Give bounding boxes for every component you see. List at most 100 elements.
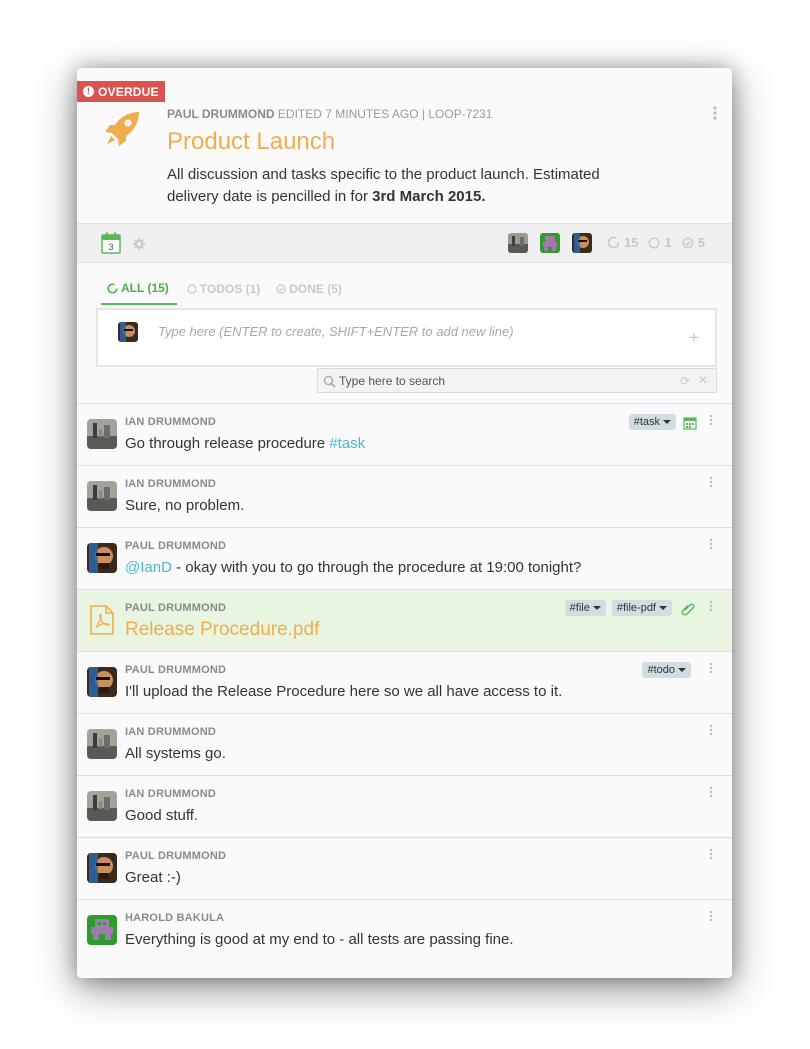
caret-down-icon xyxy=(659,606,667,610)
search-input[interactable]: Type here to search xyxy=(339,374,445,388)
paperclip-icon[interactable] xyxy=(681,602,695,616)
caret-down-icon xyxy=(663,420,671,424)
check-circle-icon xyxy=(276,284,286,294)
loop-card: ! OVERDUE PAUL DRUMMOND EDITED 7 MINUTES… xyxy=(77,68,732,978)
mention-link[interactable]: @IanD xyxy=(125,559,172,576)
avatar[interactable] xyxy=(87,419,117,449)
avatar[interactable] xyxy=(508,233,528,253)
avatar[interactable] xyxy=(87,543,117,573)
list-item[interactable]: PAUL DRUMMOND I'll upload the Release Pr… xyxy=(77,651,732,713)
calendar-day: 3 xyxy=(108,242,113,252)
list-item[interactable]: IAN DRUMMOND Good stuff. xyxy=(77,775,732,837)
more-options-icon[interactable] xyxy=(708,476,714,490)
overdue-badge: ! OVERDUE xyxy=(77,81,165,102)
rocket-icon xyxy=(105,112,139,146)
avatar[interactable] xyxy=(572,233,592,253)
message-text: Everything is good at my end to - all te… xyxy=(125,931,514,948)
message-text: I'll upload the Release Procedure here s… xyxy=(125,683,563,700)
participants xyxy=(508,233,592,253)
loading-circle-icon xyxy=(107,282,118,294)
filter-tabs: ALL (15) TODOS (1) DONE (5) xyxy=(101,278,352,305)
tab-todos-label: TODOS (1) xyxy=(199,282,261,296)
composer-input[interactable]: Type here (ENTER to create, SHIFT+ENTER … xyxy=(158,324,514,339)
message-author[interactable]: IAN DRUMMOND xyxy=(125,788,216,800)
message-author[interactable]: IAN DRUMMOND xyxy=(125,726,216,738)
calendar-icon[interactable]: 3 xyxy=(101,232,121,254)
loop-description: All discussion and tasks specific to the… xyxy=(167,164,647,208)
avatar[interactable] xyxy=(87,667,117,697)
refresh-icon[interactable]: ⟳ xyxy=(680,374,690,388)
file-link[interactable]: Release Procedure.pdf xyxy=(125,619,319,641)
hashtag-link[interactable]: #task xyxy=(329,435,365,452)
plus-icon[interactable]: + xyxy=(689,328,699,348)
message-author[interactable]: HAROLD BAKULA xyxy=(125,912,224,924)
message-text: Great :-) xyxy=(125,869,181,886)
message-tags: #file #file-pdf xyxy=(564,600,672,616)
message-text: Good stuff. xyxy=(125,807,199,824)
loop-meta: PAUL DRUMMOND EDITED 7 MINUTES AGO | LOO… xyxy=(167,107,492,121)
message-author[interactable]: PAUL DRUMMOND xyxy=(125,602,226,614)
message-composer[interactable]: Type here (ENTER to create, SHIFT+ENTER … xyxy=(96,308,717,367)
message-list: IAN DRUMMOND Go through release procedur… xyxy=(77,403,732,961)
close-icon[interactable]: ✕ xyxy=(698,373,708,387)
more-options-icon[interactable] xyxy=(708,848,714,862)
circle-icon xyxy=(649,237,660,248)
avatar[interactable] xyxy=(540,233,560,253)
avatar[interactable] xyxy=(87,853,117,883)
stat-open[interactable]: 1 xyxy=(648,235,672,250)
loading-circle-icon xyxy=(607,236,620,249)
message-author[interactable]: PAUL DRUMMOND xyxy=(125,540,226,552)
loop-author[interactable]: PAUL DRUMMOND xyxy=(167,107,275,121)
list-item[interactable]: IAN DRUMMOND All systems go. xyxy=(77,713,732,775)
more-options-icon[interactable] xyxy=(707,104,723,122)
more-options-icon[interactable] xyxy=(708,724,714,738)
tag-dropdown[interactable]: #file xyxy=(564,600,606,616)
tag-dropdown[interactable]: #task xyxy=(628,414,676,430)
list-item[interactable]: IAN DRUMMOND Sure, no problem. xyxy=(77,465,732,527)
gear-icon[interactable] xyxy=(133,238,145,250)
message-author[interactable]: PAUL DRUMMOND xyxy=(125,850,226,862)
calendar-icon[interactable] xyxy=(683,416,697,430)
avatar[interactable] xyxy=(87,481,117,511)
tab-done-label: DONE (5) xyxy=(289,282,342,296)
tab-todos[interactable]: TODOS (1) xyxy=(181,278,266,305)
message-author[interactable]: IAN DRUMMOND xyxy=(125,416,216,428)
avatar[interactable] xyxy=(87,915,117,945)
message-author[interactable]: IAN DRUMMOND xyxy=(125,478,216,490)
tag-dropdown[interactable]: #file-pdf xyxy=(611,600,672,616)
message-author[interactable]: PAUL DRUMMOND xyxy=(125,664,226,676)
page-title[interactable]: Product Launch xyxy=(167,128,335,156)
more-options-icon[interactable] xyxy=(708,910,714,924)
stat-open-count: 1 xyxy=(664,235,672,250)
list-item[interactable]: IAN DRUMMOND Go through release procedur… xyxy=(77,403,732,465)
tab-done[interactable]: DONE (5) xyxy=(270,278,348,305)
loop-toolbar: 3 15 1 5 xyxy=(77,223,732,263)
description-date: 3rd March 2015. xyxy=(372,188,486,205)
list-item[interactable]: PAUL DRUMMOND Release Procedure.pdf #fil… xyxy=(77,589,732,651)
pdf-file-icon[interactable] xyxy=(87,605,117,635)
more-options-icon[interactable] xyxy=(708,786,714,800)
list-item[interactable]: PAUL DRUMMOND Great :-) xyxy=(77,837,732,899)
list-item[interactable]: HAROLD BAKULA Everything is good at my e… xyxy=(77,899,732,961)
more-options-icon[interactable] xyxy=(708,662,714,676)
more-options-icon[interactable] xyxy=(708,600,714,614)
stat-all[interactable]: 15 xyxy=(607,235,638,250)
avatar xyxy=(118,322,138,342)
stat-done-count: 5 xyxy=(697,235,705,250)
tag-dropdown[interactable]: #todo xyxy=(642,662,691,678)
check-circle-icon xyxy=(682,237,694,248)
message-tags: #task xyxy=(628,414,676,430)
tab-all-label: ALL (15) xyxy=(121,281,169,295)
more-options-icon[interactable] xyxy=(708,414,714,428)
more-options-icon[interactable] xyxy=(708,538,714,552)
exclamation-icon: ! xyxy=(83,86,94,97)
stat-done[interactable]: 5 xyxy=(682,235,705,250)
search-bar: Type here to search ⟳ ✕ xyxy=(317,368,717,393)
message-text: All systems go. xyxy=(125,745,226,762)
stat-all-count: 15 xyxy=(624,235,639,250)
avatar[interactable] xyxy=(87,791,117,821)
list-item[interactable]: PAUL DRUMMOND @IanD - okay with you to g… xyxy=(77,527,732,589)
caret-down-icon xyxy=(678,668,686,672)
tab-all[interactable]: ALL (15) xyxy=(101,278,177,305)
avatar[interactable] xyxy=(87,729,117,759)
